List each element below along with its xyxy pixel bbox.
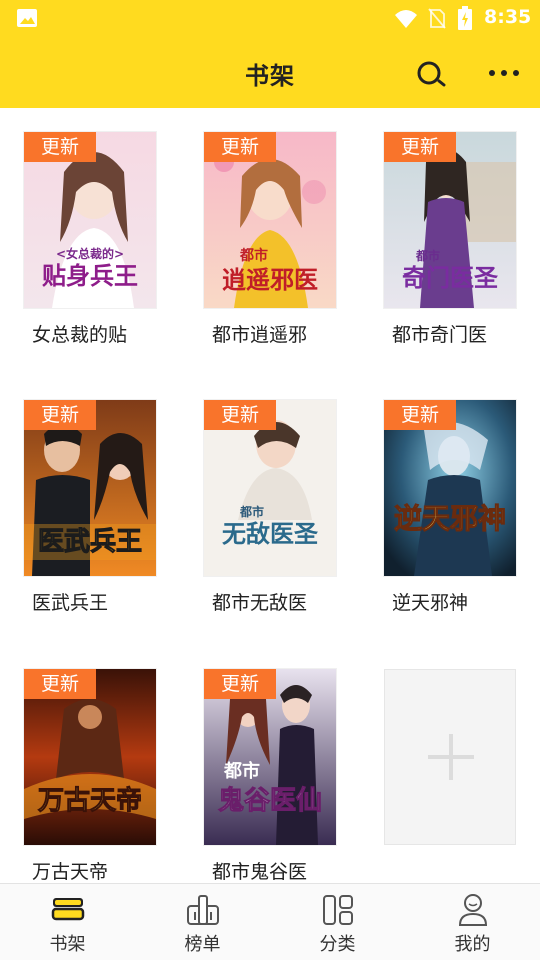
book-item[interactable]: 都市 奇门医圣 更新 都市奇门医 [384, 132, 524, 372]
cover-title: 逍遥邪医 [222, 266, 318, 294]
nav-item-category[interactable]: 分类 [270, 884, 405, 960]
update-badge: 更新 [24, 400, 96, 430]
cover-title: 贴身兵王 [42, 262, 138, 290]
nav-label: 分类 [319, 934, 356, 955]
book-item[interactable]: 医武兵王 更新 医武兵王 [24, 400, 164, 640]
bookshelf: <女总裁的> 贴身兵王 更新 女总裁的贴 都市 逍遥邪医 更新 都市逍遥邪 都市… [0, 108, 540, 883]
book-title: 万古天帝 [32, 861, 109, 883]
gallery-icon [17, 9, 37, 27]
book-title: 都市鬼谷医 [212, 861, 308, 883]
nav-label: 榜单 [184, 934, 221, 955]
cover-title: 鬼谷医仙 [218, 785, 322, 816]
cover-subtitle: 都市 [239, 504, 264, 519]
cover-title: 医武兵王 [38, 527, 142, 557]
cover-subtitle: 都市 [223, 760, 260, 782]
book-item[interactable]: 都市 鬼谷医仙 更新 都市鬼谷医 [204, 669, 344, 909]
update-badge: 更新 [204, 132, 276, 162]
status-bar: 8:35 [0, 0, 540, 36]
no-sim-icon [428, 8, 446, 29]
status-time: 8:35 [484, 6, 532, 28]
nav-item-bookshelf[interactable]: 书架 [0, 884, 135, 960]
nav-item-ranking[interactable]: 榜单 [135, 884, 270, 960]
book-title: 都市奇门医 [392, 324, 488, 346]
more-icon[interactable] [488, 66, 520, 80]
book-item[interactable]: 都市 逍遥邪医 更新 都市逍遥邪 [204, 132, 344, 372]
cover-subtitle: <女总裁的> [56, 246, 124, 261]
book-title: 逆天邪神 [392, 592, 469, 614]
cover-title: 万古天帝 [38, 785, 142, 816]
cover-subtitle: 都市 [415, 248, 440, 263]
cover-title: 奇门医圣 [402, 264, 499, 292]
book-title: 都市逍遥邪 [212, 324, 308, 346]
search-icon[interactable] [414, 58, 448, 90]
update-badge: 更新 [204, 669, 276, 699]
update-badge: 更新 [384, 400, 456, 430]
ranking-icon [187, 895, 219, 925]
bottom-nav: 书架 榜单 分类 我的 [0, 883, 540, 960]
bookshelf-icon [51, 898, 85, 921]
category-icon [323, 895, 353, 925]
nav-item-profile[interactable]: 我的 [405, 884, 540, 960]
cover-title: 逆天邪神 [394, 502, 506, 535]
book-title: 女总裁的贴 [32, 324, 128, 346]
nav-label: 书架 [49, 934, 86, 955]
page-title: 书架 [245, 62, 295, 90]
profile-icon [458, 894, 488, 926]
nav-label: 我的 [454, 934, 491, 955]
book-title: 医武兵王 [32, 592, 109, 614]
book-item[interactable]: 都市 无敌医圣 更新 都市无敌医 [204, 400, 344, 640]
plus-icon [428, 734, 474, 780]
book-item[interactable]: 万古天帝 更新 万古天帝 [24, 669, 164, 909]
update-badge: 更新 [24, 669, 96, 699]
add-book-button[interactable] [384, 669, 516, 845]
update-badge: 更新 [24, 132, 96, 162]
update-badge: 更新 [204, 400, 276, 430]
cover-title: 无敌医圣 [222, 520, 319, 548]
app-bar: 书架 [0, 36, 540, 108]
book-item[interactable]: 逆天邪神 更新 逆天邪神 [384, 400, 524, 640]
book-item[interactable]: <女总裁的> 贴身兵王 更新 女总裁的贴 [24, 132, 164, 372]
wifi-icon [395, 10, 417, 28]
book-title: 都市无敌医 [212, 592, 308, 614]
cover-subtitle: 都市 [239, 247, 268, 264]
battery-charging-icon [458, 6, 472, 30]
update-badge: 更新 [384, 132, 456, 162]
